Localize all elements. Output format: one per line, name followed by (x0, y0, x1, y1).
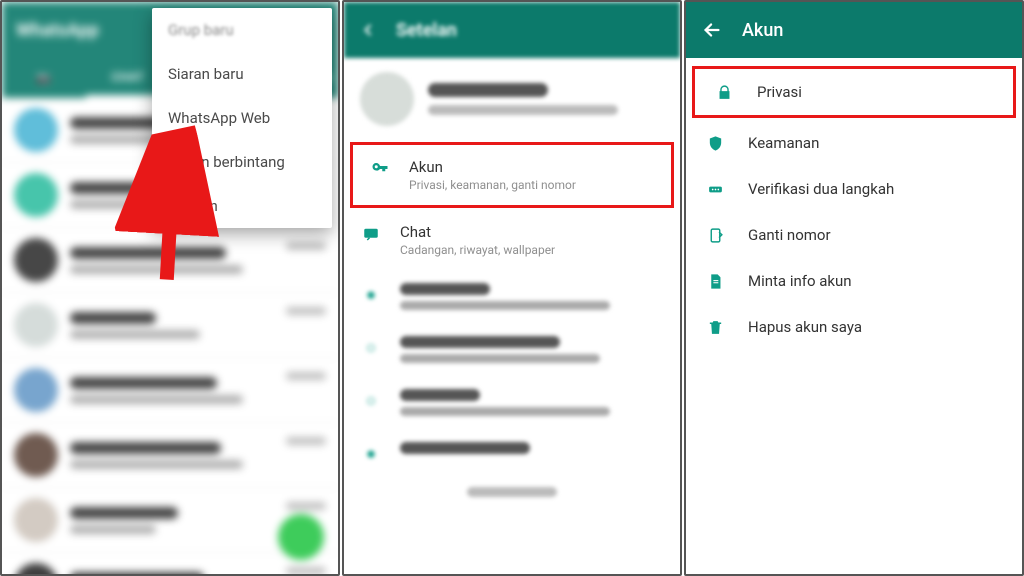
account-list: Privasi Keamanan Verifikasi dua langkah … (686, 58, 1022, 350)
account-item-security[interactable]: Keamanan (686, 120, 1022, 166)
account-item-request-info[interactable]: Minta info akun (686, 258, 1022, 304)
menu-new-group[interactable]: Grup baru (152, 8, 332, 52)
item-subtitle: Privasi, keamanan, ganti nomor (409, 178, 655, 192)
app-title: WhatsApp (16, 20, 99, 41)
chat-row[interactable] (2, 358, 338, 423)
sim-icon (704, 227, 726, 244)
highlight-box: Akun Privasi, keamanan, ganti nomor (350, 142, 674, 208)
chat-row[interactable] (2, 293, 338, 358)
new-chat-fab[interactable] (278, 514, 324, 560)
back-icon[interactable] (358, 20, 378, 40)
item-label: Ganti nomor (748, 226, 831, 244)
chat-row[interactable] (2, 423, 338, 488)
settings-item-help[interactable]: ○ (344, 376, 680, 429)
lock-icon (713, 84, 735, 101)
panel-settings: Setelan Akun Privasi, keamanan, ganti no… (342, 0, 682, 576)
account-title: Akun (742, 20, 783, 41)
data-icon: ○ (360, 338, 382, 358)
trash-icon (704, 319, 726, 336)
item-label: Hapus akun saya (748, 318, 862, 336)
bell-icon: ● (360, 285, 382, 305)
settings-item-data[interactable]: ○ (344, 323, 680, 376)
account-item-privacy[interactable]: Privasi (695, 69, 1013, 115)
settings-item-chat[interactable]: Chat Cadangan, riwayat, wallpaper (344, 210, 680, 270)
item-label: Privasi (757, 83, 802, 101)
settings-item-invite[interactable]: ● (344, 429, 680, 477)
panel-account: Akun Privasi Keamanan Verifikasi dua lan… (684, 0, 1024, 576)
account-header: Akun (686, 2, 1022, 58)
people-icon: ● (360, 444, 382, 464)
chat-row[interactable] (2, 553, 338, 576)
back-icon[interactable] (700, 18, 724, 42)
shield-icon (704, 135, 726, 152)
highlight-box: Privasi (692, 66, 1016, 118)
avatar (360, 72, 414, 126)
settings-title: Setelan (396, 20, 457, 41)
account-item-delete[interactable]: Hapus akun saya (686, 304, 1022, 350)
item-title: Akun (409, 158, 655, 176)
settings-item-account[interactable]: Akun Privasi, keamanan, ganti nomor (353, 145, 671, 205)
document-icon (704, 273, 726, 290)
account-item-change-number[interactable]: Ganti nomor (686, 212, 1022, 258)
password-icon (704, 181, 726, 198)
menu-new-broadcast[interactable]: Siaran baru (152, 52, 332, 96)
tab-camera[interactable]: 📷 (2, 58, 86, 98)
settings-item-notifications[interactable]: ● (344, 270, 680, 323)
help-icon: ○ (360, 391, 382, 411)
item-title: Chat (400, 223, 664, 241)
settings-header: Setelan (344, 2, 680, 58)
item-label: Minta info akun (748, 272, 852, 290)
key-icon (369, 160, 391, 178)
profile-row[interactable] (344, 58, 680, 140)
chat-icon (360, 225, 382, 243)
item-subtitle: Cadangan, riwayat, wallpaper (400, 243, 664, 257)
account-item-two-step[interactable]: Verifikasi dua langkah (686, 166, 1022, 212)
item-label: Verifikasi dua langkah (748, 180, 894, 198)
panel-chat-list: WhatsApp 📷 CHAT STATUS PANGGILAN Grup ba… (0, 0, 340, 576)
item-label: Keamanan (748, 134, 819, 152)
